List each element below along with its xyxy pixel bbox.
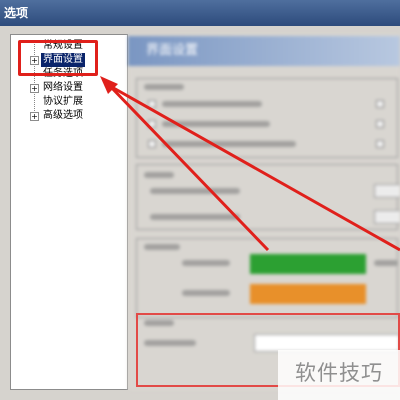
- arrow-shaft: [109, 84, 400, 252]
- watermark: 软件技巧: [278, 350, 400, 400]
- arrow-shaft: [106, 82, 270, 252]
- annotation-arrows: [100, 76, 400, 252]
